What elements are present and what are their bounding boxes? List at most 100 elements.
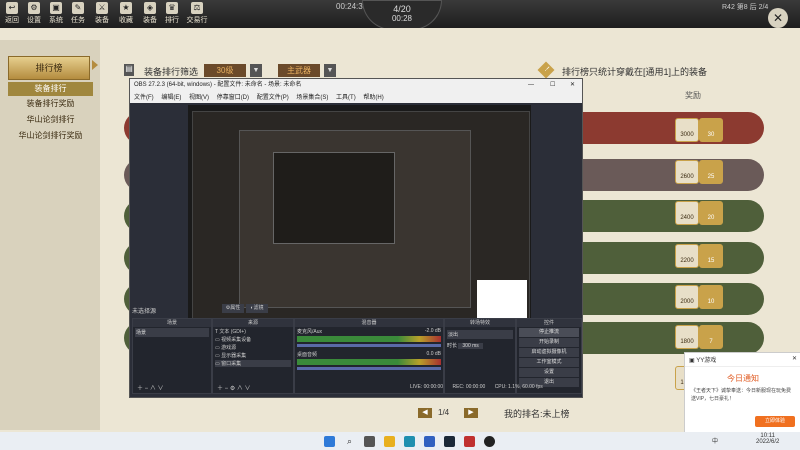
close-game-button[interactable]: ✕ (768, 8, 788, 28)
obs-title: OBS 27.2.3 (64-bit, windows) - 配置文件: 未命名… (134, 82, 302, 88)
countdown: 00:28 (391, 14, 413, 23)
obs-status-bar: LIVE: 00:00:00 REC: 00:00:00 CPU: 1.1%, … (410, 384, 543, 390)
menu-help[interactable]: 帮助(H) (363, 95, 383, 101)
type-select[interactable]: 主武器 (278, 64, 320, 77)
close-icon: ✕ (772, 11, 784, 25)
filter-label: 装备排行筛选 (144, 67, 199, 77)
back-button[interactable]: ↩ 返回 (2, 2, 22, 25)
mixer-header: 混音器 (295, 319, 443, 327)
gold-reward: 7 (699, 325, 723, 349)
nav-title[interactable]: 排行榜 (8, 56, 90, 80)
sources-header: 来源 (213, 319, 293, 327)
taskbar (0, 432, 800, 450)
nav-equip-rank[interactable]: 装备排行 (8, 82, 93, 96)
nav-huashan-rank-reward[interactable]: 华山论剑排行奖励 (8, 129, 93, 143)
maximize-button[interactable]: ☐ (550, 79, 555, 92)
gear-button[interactable]: ◈ 装备 (140, 2, 160, 25)
notification-body: 《王者天下》诚挚奉送：今日新服现在玩免费送VIP，七日豪礼！ (691, 388, 792, 402)
source-item[interactable]: ▭ 显示器采集 (215, 352, 291, 359)
prev-page-button[interactable]: ◀ (418, 408, 432, 418)
menu-edit[interactable]: 编辑(E) (161, 95, 181, 101)
minimize-button[interactable]: — (528, 79, 534, 92)
search-icon[interactable]: ⌕ (344, 436, 355, 447)
obs-icon[interactable] (484, 436, 495, 447)
notice-icon: ! (537, 61, 555, 79)
type-dropdown-icon[interactable]: ▼ (324, 64, 336, 77)
notification-action-button[interactable]: 立即体验 (755, 416, 795, 427)
source-item[interactable]: T 文本 (GDI+) (215, 328, 291, 335)
virtual-camera-button[interactable]: 启动虚拟摄像机 (519, 348, 579, 357)
next-page-button[interactable]: ▶ (464, 408, 478, 418)
task-icon: ✎ (72, 2, 84, 14)
menu-file[interactable]: 文件(F) (134, 95, 154, 101)
language-indicator[interactable]: 中 (712, 436, 718, 445)
gold-reward: 30 (699, 118, 723, 142)
level-dropdown-icon[interactable]: ▼ (250, 64, 262, 77)
menu-scene-collection[interactable]: 场景集合(S) (296, 95, 328, 101)
file-explorer-icon[interactable] (384, 436, 395, 447)
close-notification-button[interactable]: ✕ (792, 355, 797, 362)
nav-huashan-rank[interactable]: 华山论剑排行 (8, 113, 93, 127)
filters-button[interactable]: ◐滤镜 (246, 304, 268, 313)
clock[interactable]: 10:11 2022/6/2 (756, 433, 779, 445)
notification-popup: ▣ YY游戏 ✕ 今日通知 《王者天下》诚挚奉送：今日新服现在玩免费送VIP，七日… (684, 352, 800, 434)
start-recording-button[interactable]: 开始录制 (519, 338, 579, 347)
controls-dock: 控件 停止推流 开始录制 启动虚拟摄像机 工作室模式 设置 退出 (516, 318, 582, 394)
system-button[interactable]: ▣ 系统 (46, 2, 66, 25)
rank-button[interactable]: ♛ 排行 (162, 2, 182, 25)
store-icon[interactable] (424, 436, 435, 447)
silver-reward: 2400 (675, 201, 699, 225)
studio-mode-button[interactable]: 工作室模式 (519, 358, 579, 367)
scene-item[interactable]: 场景 (135, 328, 209, 337)
task-view-icon[interactable] (364, 436, 375, 447)
game-icon[interactable] (464, 436, 475, 447)
edge-icon[interactable] (404, 436, 415, 447)
live-status: LIVE: 00:00:00 (410, 384, 444, 390)
settings-button[interactable]: 设置 (519, 368, 579, 377)
menu-tools[interactable]: 工具(T) (336, 95, 356, 101)
menu-docks[interactable]: 停靠窗口(D) (217, 95, 249, 101)
level-select[interactable]: 30级 (204, 64, 246, 77)
volume-slider[interactable] (297, 344, 441, 347)
steam-icon[interactable] (444, 436, 455, 447)
obs-window: OBS 27.2.3 (64-bit, windows) - 配置文件: 未命名… (129, 78, 583, 398)
nav-arrow-icon (92, 60, 98, 70)
filter-icon: ▤ (124, 64, 134, 76)
mixer-track: 桌面音频 0.0 dB (297, 351, 441, 358)
close-window-button[interactable]: ✕ (570, 79, 575, 92)
notification-header: ▣ YY游戏 ✕ (685, 353, 800, 367)
source-item[interactable]: ▭ 窗口采集 (215, 360, 291, 367)
settings-button[interactable]: ⚙ 设置 (24, 2, 44, 25)
my-rank: 我的排名:未上榜 (504, 409, 570, 419)
equip-button[interactable]: ⚔ 装备 (92, 2, 112, 25)
gold-reward: 10 (699, 285, 723, 309)
gold-reward: 15 (699, 244, 723, 268)
trade-icon: ⚖ (191, 2, 203, 14)
transitions-dock: 转场特效 淡出 时长 300 ms (444, 318, 516, 394)
stop-stream-button[interactable]: 停止推流 (519, 328, 579, 337)
source-item[interactable]: ▭ 视频采集设备 (215, 336, 291, 343)
properties-button[interactable]: ⚙属性 (222, 304, 244, 313)
trade-button[interactable]: ⚖ 交易行 (184, 2, 210, 25)
volume-slider[interactable] (297, 367, 441, 370)
windows-start-icon[interactable] (324, 436, 335, 447)
page-indicator: 1/4 (438, 408, 450, 417)
date: 2022/6/2 (756, 439, 780, 445)
collection-button[interactable]: ★ 收藏 (116, 2, 136, 25)
system-icon: ▣ (50, 2, 62, 14)
scene-add-remove[interactable]: ＋ − ∧ ∨ (137, 383, 164, 392)
transition-select[interactable]: 淡出 (447, 330, 513, 339)
task-button[interactable]: ✎ 任务 (68, 2, 88, 25)
menu-view[interactable]: 视图(V) (189, 95, 209, 101)
menu-profile[interactable]: 配置文件(P) (257, 95, 289, 101)
source-item[interactable]: ▭ 游戏源 (215, 344, 291, 351)
source-add-remove[interactable]: ＋ − ⚙ ∧ ∨ (217, 383, 251, 392)
duration-row: 时长 300 ms (447, 342, 513, 349)
gold-reward: 25 (699, 160, 723, 184)
nav-equip-rank-reward[interactable]: 装备排行奖励 (8, 97, 93, 111)
volume-meter (297, 336, 441, 342)
notification-title: 今日通知 (727, 374, 759, 383)
silver-reward: 2200 (675, 244, 699, 268)
duration-input[interactable]: 300 ms (458, 343, 483, 349)
nested-preview (273, 152, 395, 244)
